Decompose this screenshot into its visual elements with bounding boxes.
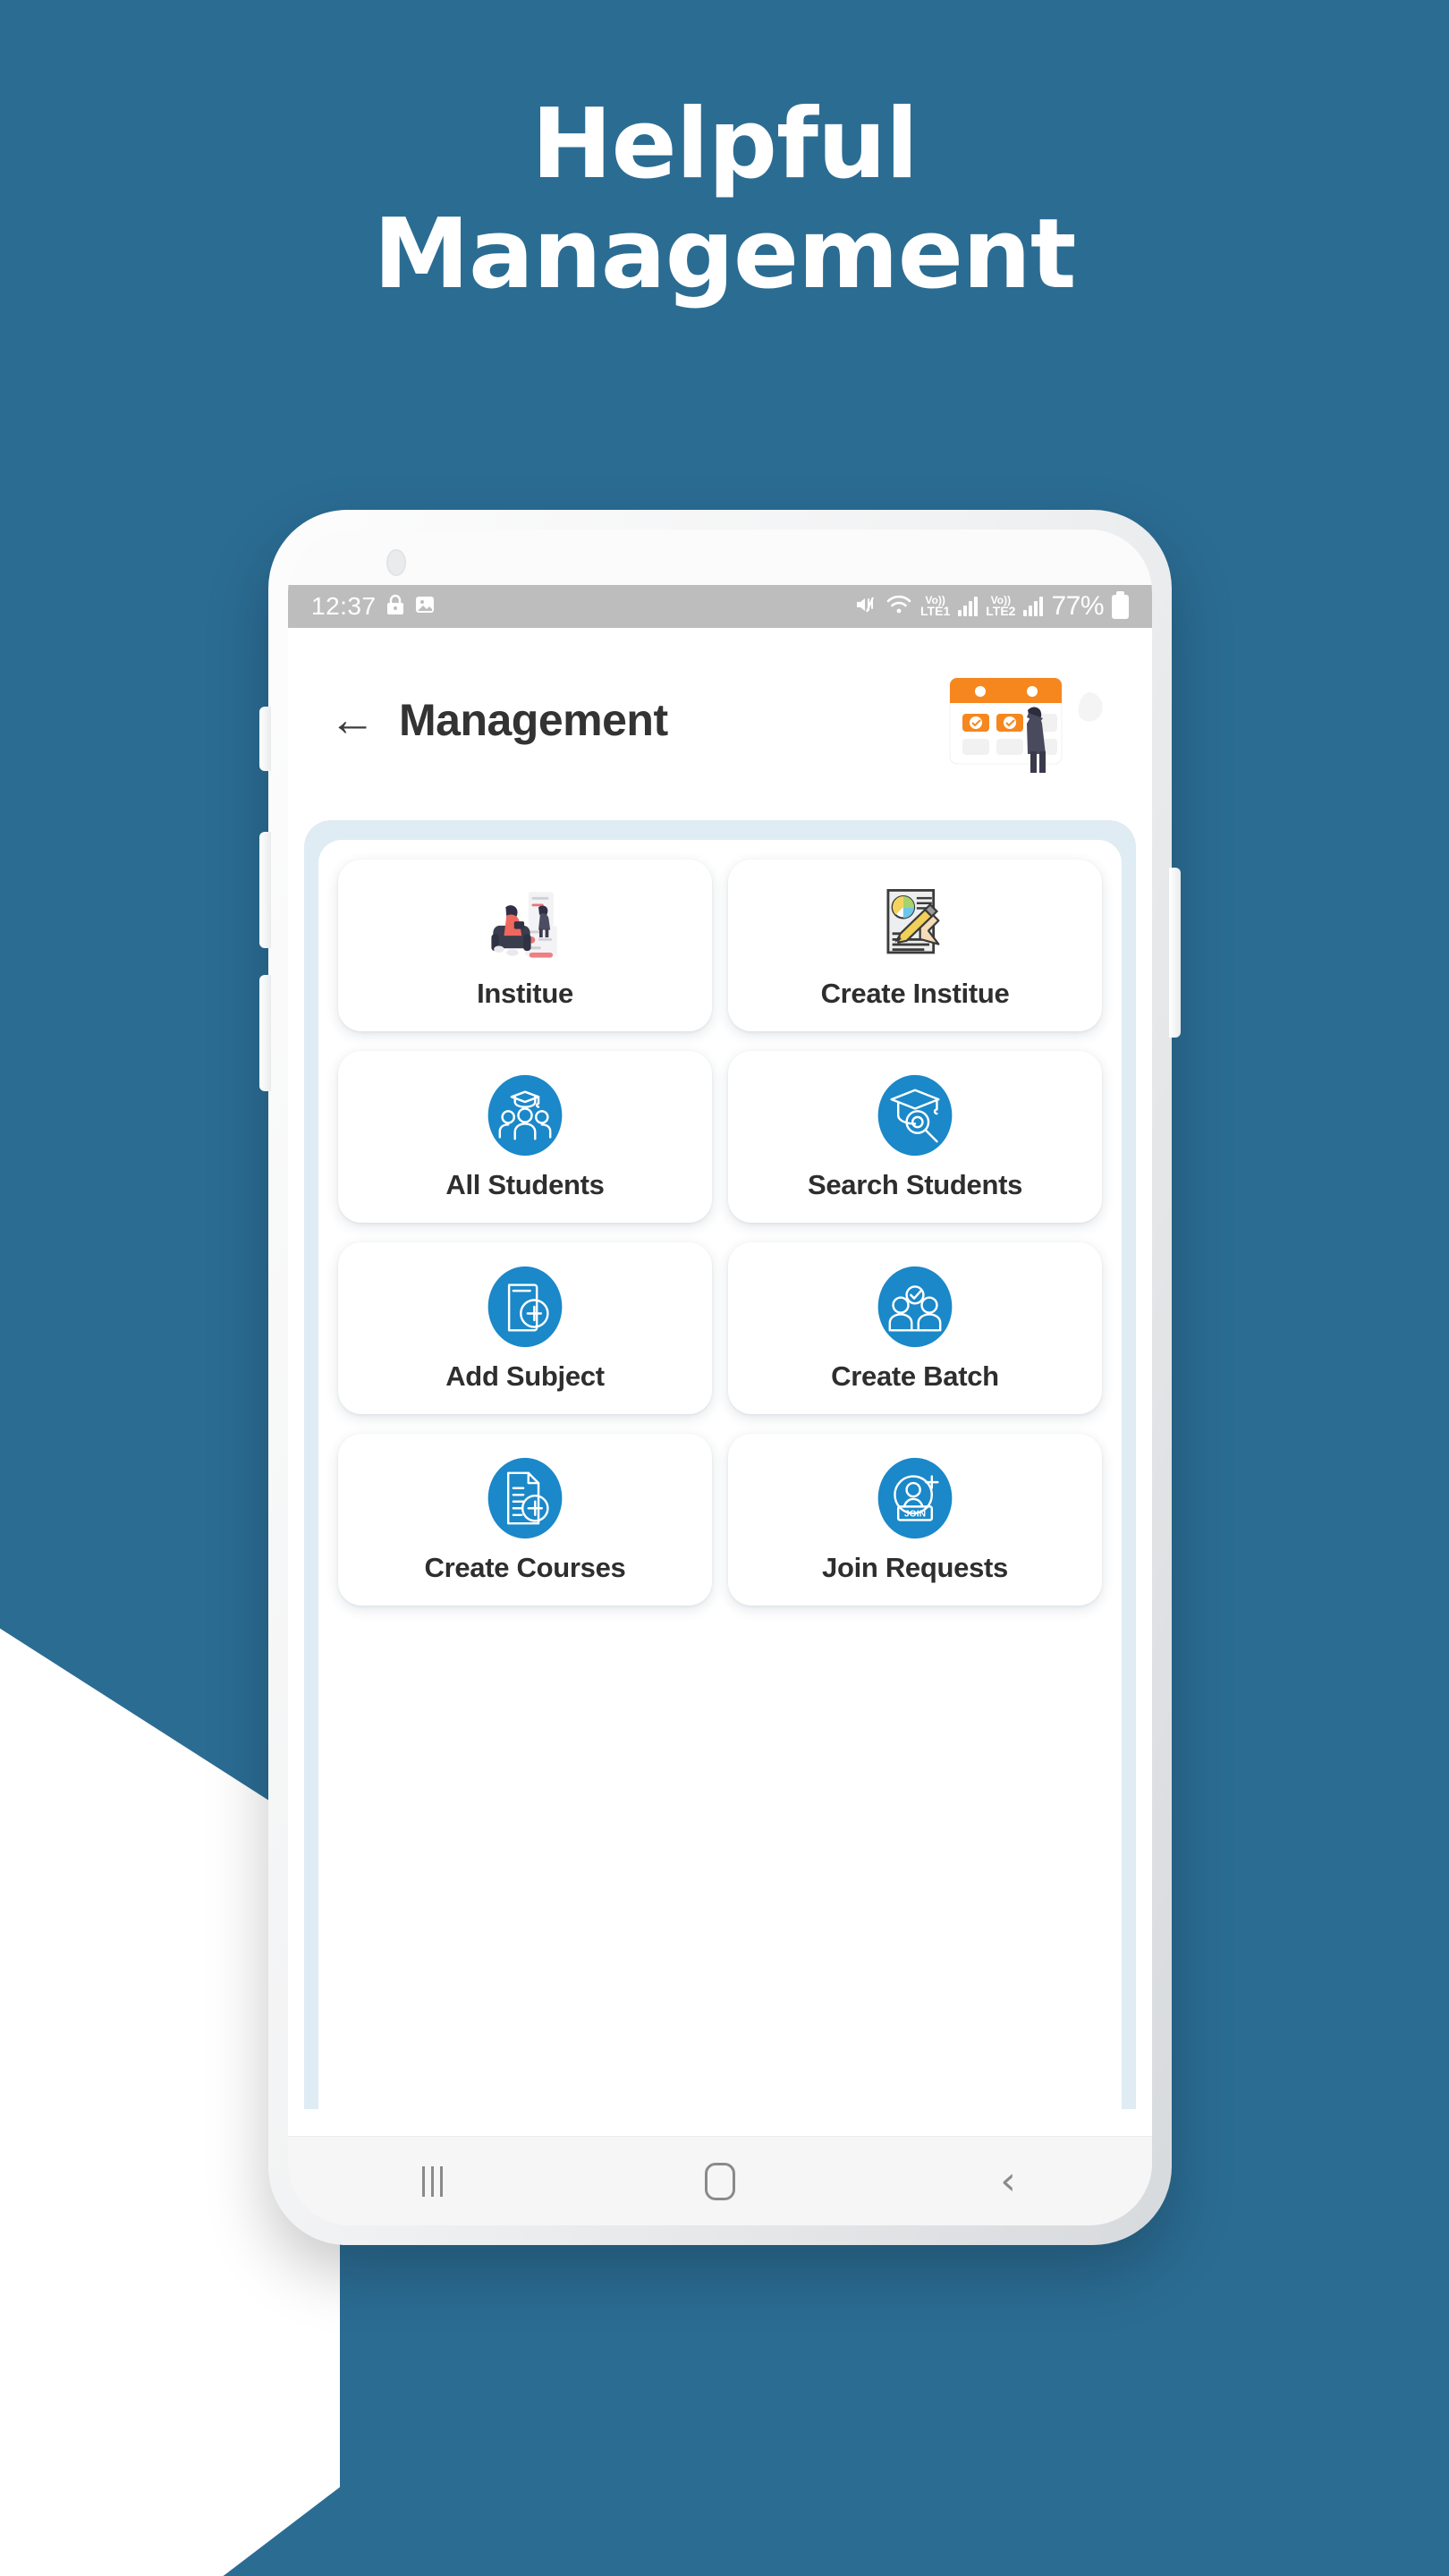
phone-mockup: 12:37 Vo)) LTE1 Vo)) LTE2 77% ← Manageme… bbox=[259, 510, 1181, 2245]
tile-join-requests[interactable]: JOIN Join Requests bbox=[728, 1434, 1102, 1606]
signal-bars-1-icon bbox=[958, 597, 979, 616]
headline-line-1: Helpful bbox=[531, 89, 919, 200]
volte-2-icon: Vo)) LTE2 bbox=[986, 594, 1016, 619]
recents-icon bbox=[421, 2165, 443, 2197]
android-nav-bar: ‹ bbox=[288, 2136, 1152, 2225]
recents-button[interactable] bbox=[378, 2155, 486, 2208]
image-icon bbox=[414, 594, 436, 620]
home-icon bbox=[705, 2162, 735, 2200]
phone-button-volume-up[interactable] bbox=[259, 832, 271, 948]
promo-screenshot: Helpful Management 12:37 Vo)) LTE1 Vo)) … bbox=[0, 0, 1449, 2576]
page-title: Management bbox=[399, 694, 668, 745]
tile-label: Join Requests bbox=[822, 1552, 1008, 1583]
tile-label: All Students bbox=[445, 1169, 605, 1200]
promo-headline: Helpful Management bbox=[0, 89, 1449, 309]
phone-screen: 12:37 Vo)) LTE1 Vo)) LTE2 77% ← Manageme… bbox=[288, 530, 1152, 2225]
tile-label: Institue bbox=[477, 978, 573, 1009]
phone-button-bixby[interactable] bbox=[259, 707, 271, 771]
status-bar-left: 12:37 bbox=[311, 592, 436, 621]
tile-label: Create Courses bbox=[424, 1552, 626, 1583]
battery-icon bbox=[1112, 590, 1129, 619]
students-group-icon bbox=[482, 1072, 568, 1158]
volte-1-icon: Vo)) LTE1 bbox=[920, 594, 951, 619]
chevron-left-icon: ‹ bbox=[1000, 2157, 1016, 2204]
graduation-search-icon bbox=[872, 1072, 958, 1158]
tile-create-courses[interactable]: Create Courses bbox=[338, 1434, 712, 1606]
tile-create-batch[interactable]: Create Batch bbox=[728, 1242, 1102, 1414]
book-plus-icon bbox=[482, 1264, 568, 1350]
user-join-icon: JOIN bbox=[872, 1455, 958, 1541]
status-bar: 12:37 Vo)) LTE1 Vo)) LTE2 77% bbox=[288, 585, 1152, 628]
tile-label: Add Subject bbox=[445, 1360, 605, 1392]
svg-text:JOIN: JOIN bbox=[904, 1510, 926, 1520]
tile-label: Search Students bbox=[807, 1169, 1023, 1200]
tile-create-institue[interactable]: Create Institue bbox=[728, 860, 1102, 1031]
phone-button-power[interactable] bbox=[1169, 868, 1181, 1038]
mute-icon bbox=[854, 594, 877, 620]
status-bar-right: Vo)) LTE1 Vo)) LTE2 77% bbox=[854, 590, 1129, 622]
management-panel: Institue Create Institue All Students Searc… bbox=[304, 820, 1136, 2109]
tile-label: Create Batch bbox=[831, 1360, 999, 1392]
home-button[interactable] bbox=[666, 2155, 774, 2208]
institute-illustration bbox=[482, 881, 568, 967]
document-pencil-icon bbox=[872, 881, 958, 967]
battery-percent: 77% bbox=[1051, 591, 1104, 621]
lock-icon bbox=[385, 593, 406, 621]
status-clock: 12:37 bbox=[311, 592, 377, 620]
phone-button-volume-down[interactable] bbox=[259, 975, 271, 1091]
back-arrow-icon[interactable]: ← bbox=[329, 697, 376, 743]
group-check-icon bbox=[872, 1264, 958, 1350]
calendar-planning-illustration bbox=[949, 677, 1103, 773]
tile-all-students[interactable]: All Students bbox=[338, 1051, 712, 1223]
document-plus-icon bbox=[482, 1455, 568, 1541]
wifi-icon bbox=[886, 594, 912, 620]
tile-add-subject[interactable]: Add Subject bbox=[338, 1242, 712, 1414]
nav-back-button[interactable]: ‹ bbox=[954, 2155, 1062, 2208]
management-card: Institue Create Institue All Students Searc… bbox=[318, 840, 1122, 2109]
tile-institue[interactable]: Institue bbox=[338, 860, 712, 1031]
tile-label: Create Institue bbox=[820, 978, 1010, 1009]
headline-line-2: Management bbox=[373, 199, 1077, 310]
phone-top-bezel bbox=[288, 530, 1152, 585]
signal-bars-2-icon bbox=[1023, 597, 1044, 616]
front-camera-icon bbox=[386, 549, 406, 576]
tile-search-students[interactable]: Search Students bbox=[728, 1051, 1102, 1223]
app-header: ← Management bbox=[288, 628, 1152, 811]
management-tile-grid: Institue Create Institue All Students Searc… bbox=[338, 860, 1102, 1606]
